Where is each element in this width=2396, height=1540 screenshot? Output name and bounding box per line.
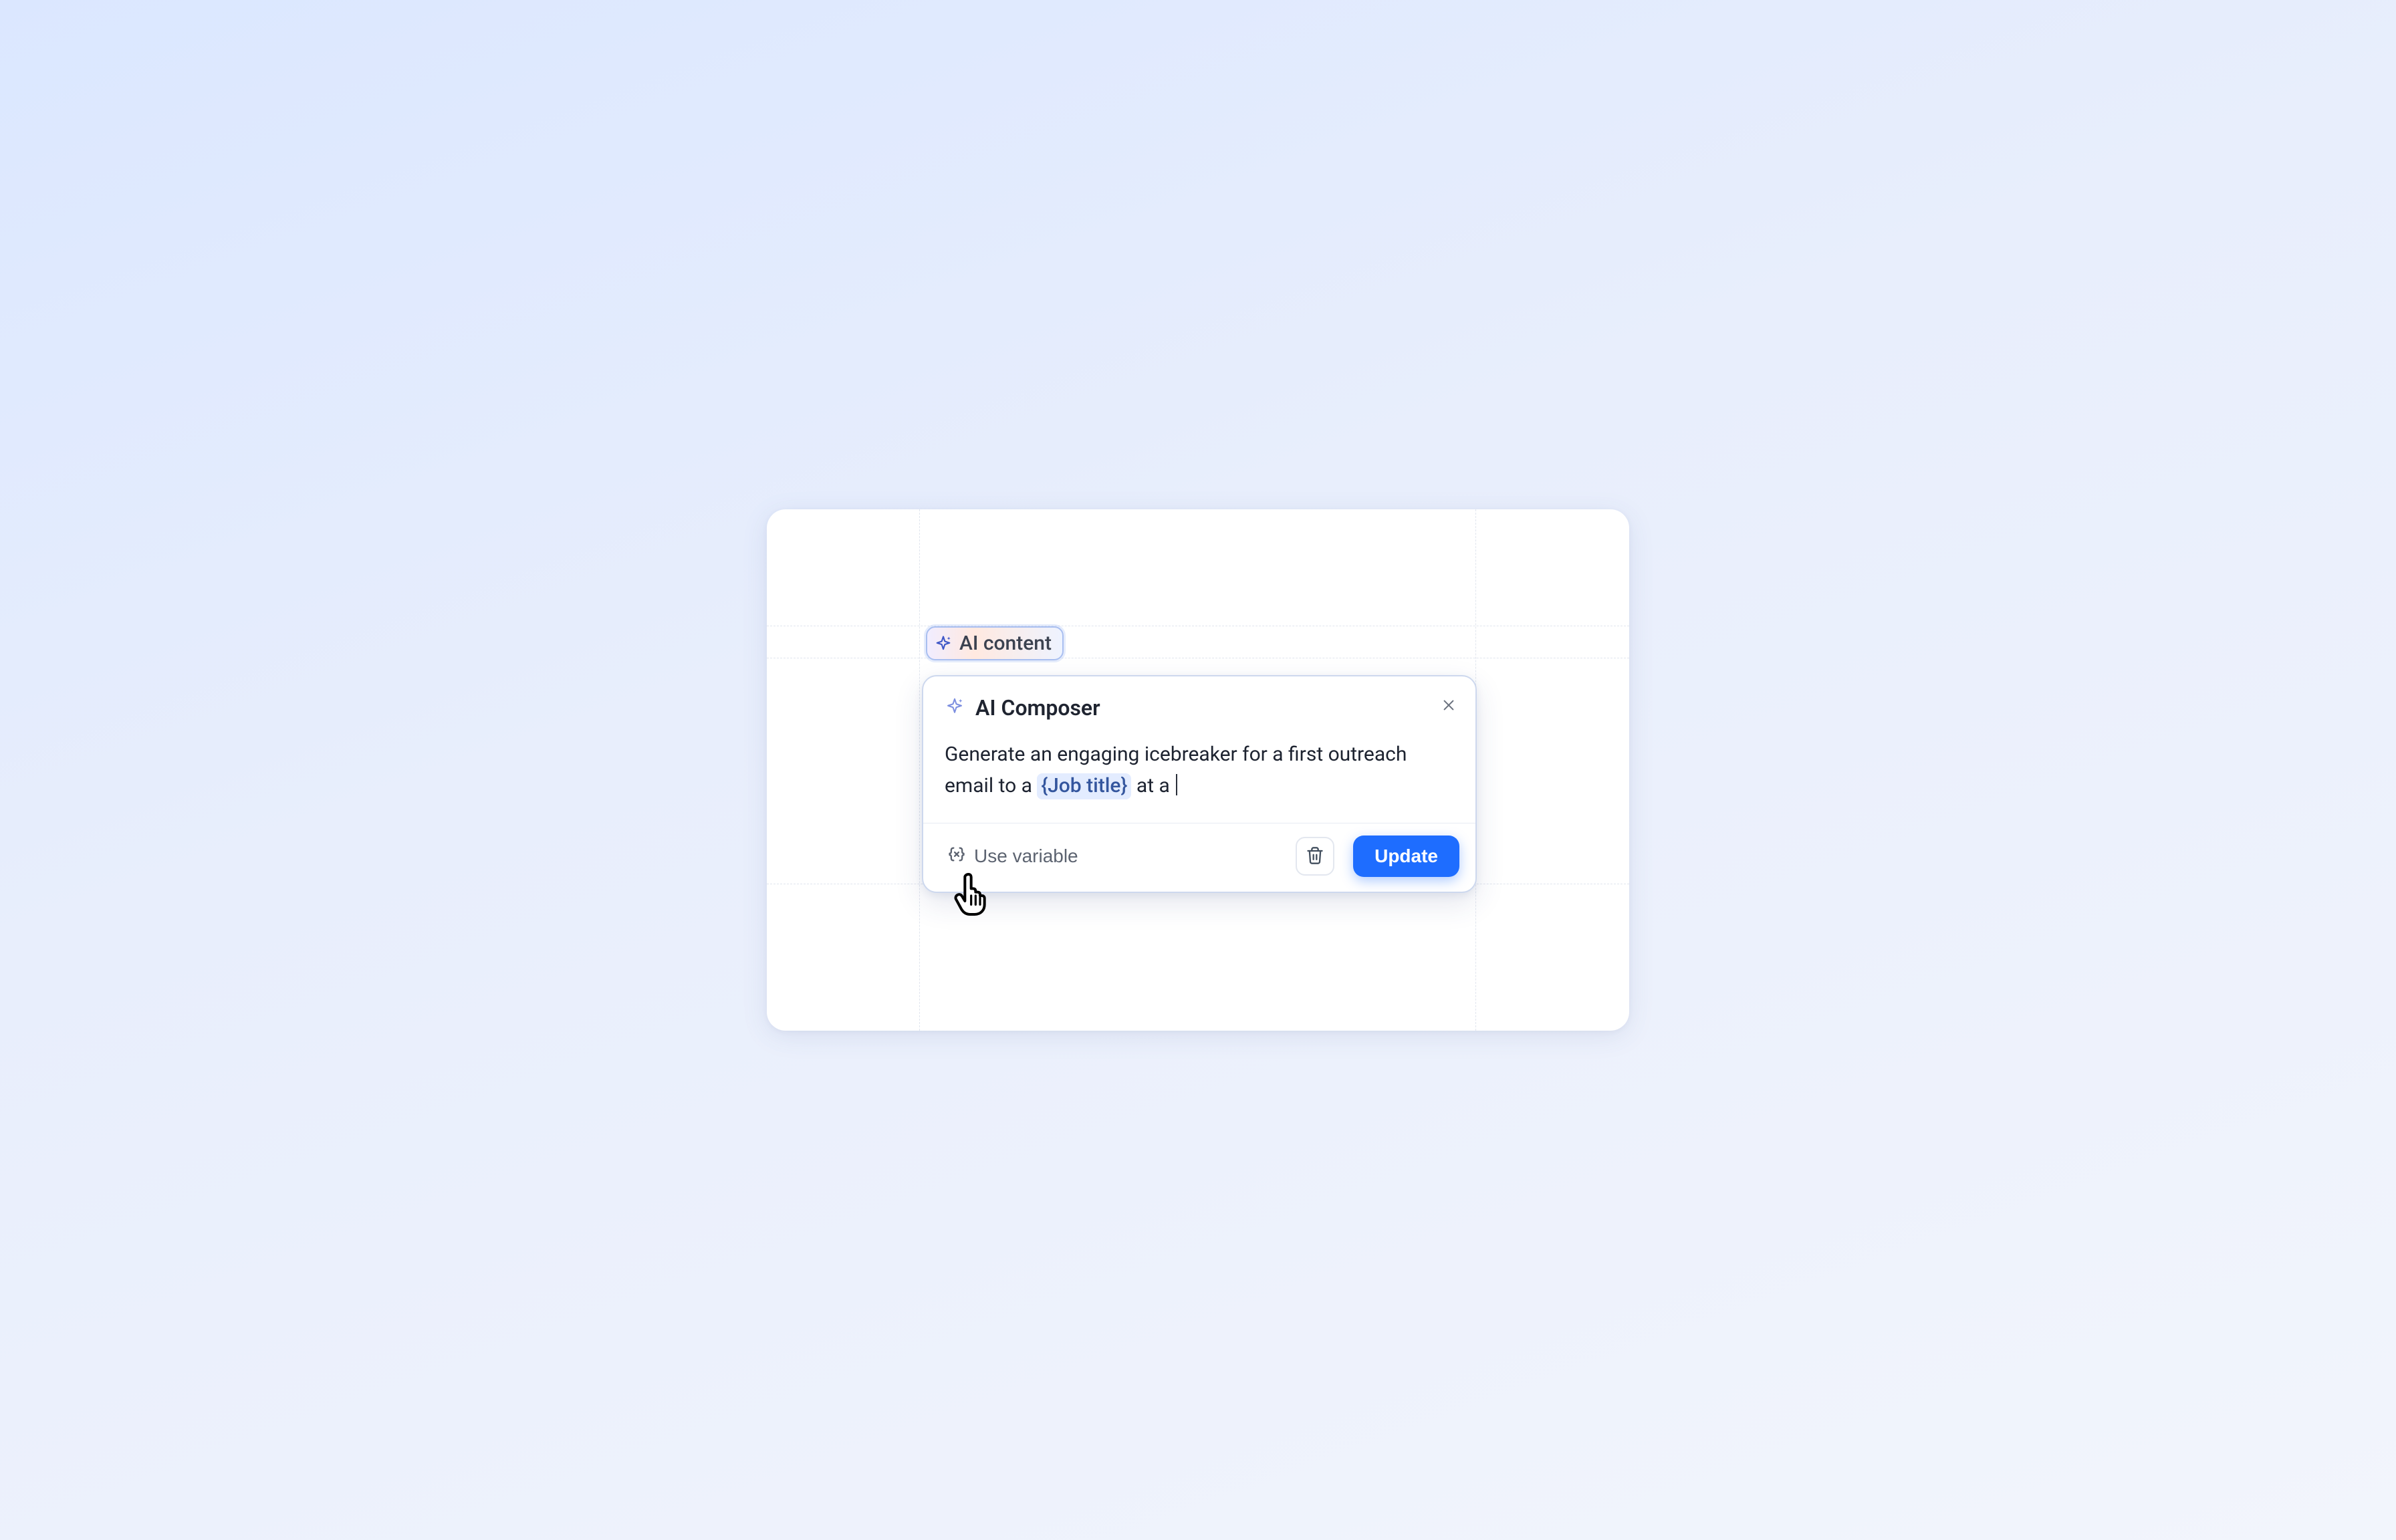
delete-button[interactable] xyxy=(1296,837,1334,876)
close-button[interactable] xyxy=(1435,692,1462,719)
prompt-text-suffix: at a xyxy=(1131,774,1175,797)
sparkle-icon xyxy=(945,696,965,719)
trash-icon xyxy=(1306,846,1324,867)
update-label: Update xyxy=(1374,846,1438,866)
grid-line xyxy=(919,509,920,1031)
composer-footer: Use variable Update xyxy=(923,823,1475,892)
close-icon xyxy=(1441,698,1456,715)
composer-prompt-input[interactable]: Generate an engaging icebreaker for a fi… xyxy=(923,726,1475,823)
use-variable-button[interactable]: Use variable xyxy=(942,841,1084,872)
ai-composer-panel: AI Composer Generate an engaging icebrea… xyxy=(922,675,1477,893)
composer-header: AI Composer xyxy=(923,676,1475,726)
ai-content-tag[interactable]: AI content xyxy=(926,626,1064,660)
sparkle-icon xyxy=(934,634,953,653)
use-variable-label: Use variable xyxy=(974,846,1078,867)
editor-canvas: AI content AI Composer Generate an engag… xyxy=(767,509,1629,1031)
variable-braces-icon xyxy=(947,845,966,868)
text-cursor xyxy=(1176,774,1177,795)
update-button[interactable]: Update xyxy=(1353,836,1459,877)
ai-content-tag-label: AI content xyxy=(959,632,1052,655)
variable-chip-job-title[interactable]: {Job title} xyxy=(1037,773,1131,799)
composer-title: AI Composer xyxy=(975,695,1100,721)
